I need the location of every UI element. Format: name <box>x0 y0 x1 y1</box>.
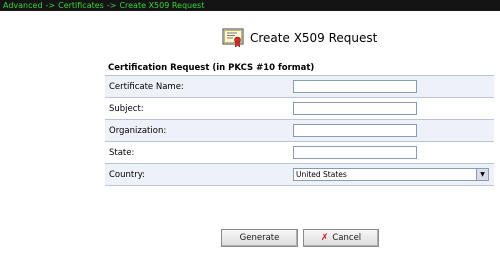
country-select-value: United States <box>296 170 347 179</box>
form-row-subject: Subject: <box>105 98 494 120</box>
state-input[interactable] <box>293 146 417 159</box>
cancel-button[interactable]: ✗ Cancel <box>303 229 379 247</box>
certification-request-form: Certification Request (in PKCS #10 forma… <box>105 59 494 189</box>
breadcrumb-certificates[interactable]: Certificates <box>58 1 104 10</box>
certificate-name-label: Certificate Name: <box>109 81 184 92</box>
cancel-button-label: Cancel <box>332 233 362 243</box>
subject-input[interactable] <box>293 102 417 115</box>
form-row-organization: Organization: <box>105 120 494 142</box>
certificate-name-input[interactable] <box>293 80 417 93</box>
breadcrumb-separator: -> <box>45 1 56 10</box>
country-label: Country: <box>109 169 146 180</box>
organization-input[interactable] <box>293 124 417 137</box>
breadcrumb-separator: -> <box>106 1 117 10</box>
form-heading: Certification Request (in PKCS #10 forma… <box>105 60 494 76</box>
breadcrumb-advanced[interactable]: Advanced <box>3 1 43 10</box>
chevron-down-icon[interactable]: ▼ <box>476 169 488 180</box>
country-select[interactable]: United States ▼ <box>293 168 489 181</box>
organization-label: Organization: <box>109 125 167 136</box>
page-header: Create X509 Request <box>222 27 377 49</box>
breadcrumb-current: Create X509 Request <box>119 1 205 10</box>
certificate-icon <box>222 28 244 48</box>
state-label: State: <box>109 147 135 158</box>
generate-button[interactable]: Generate <box>221 229 298 247</box>
close-icon: ✗ <box>320 233 329 243</box>
form-row-state: State: <box>105 142 494 164</box>
form-row-certificate-name: Certificate Name: <box>105 76 494 98</box>
subject-label: Subject: <box>109 103 144 114</box>
breadcrumb: Advanced -> Certificates -> Create X509 Requ… <box>0 0 500 11</box>
form-row-country: Country: United States ▼ <box>105 164 494 186</box>
page-title: Create X509 Request <box>250 31 378 45</box>
generate-button-label: Generate <box>239 233 280 243</box>
